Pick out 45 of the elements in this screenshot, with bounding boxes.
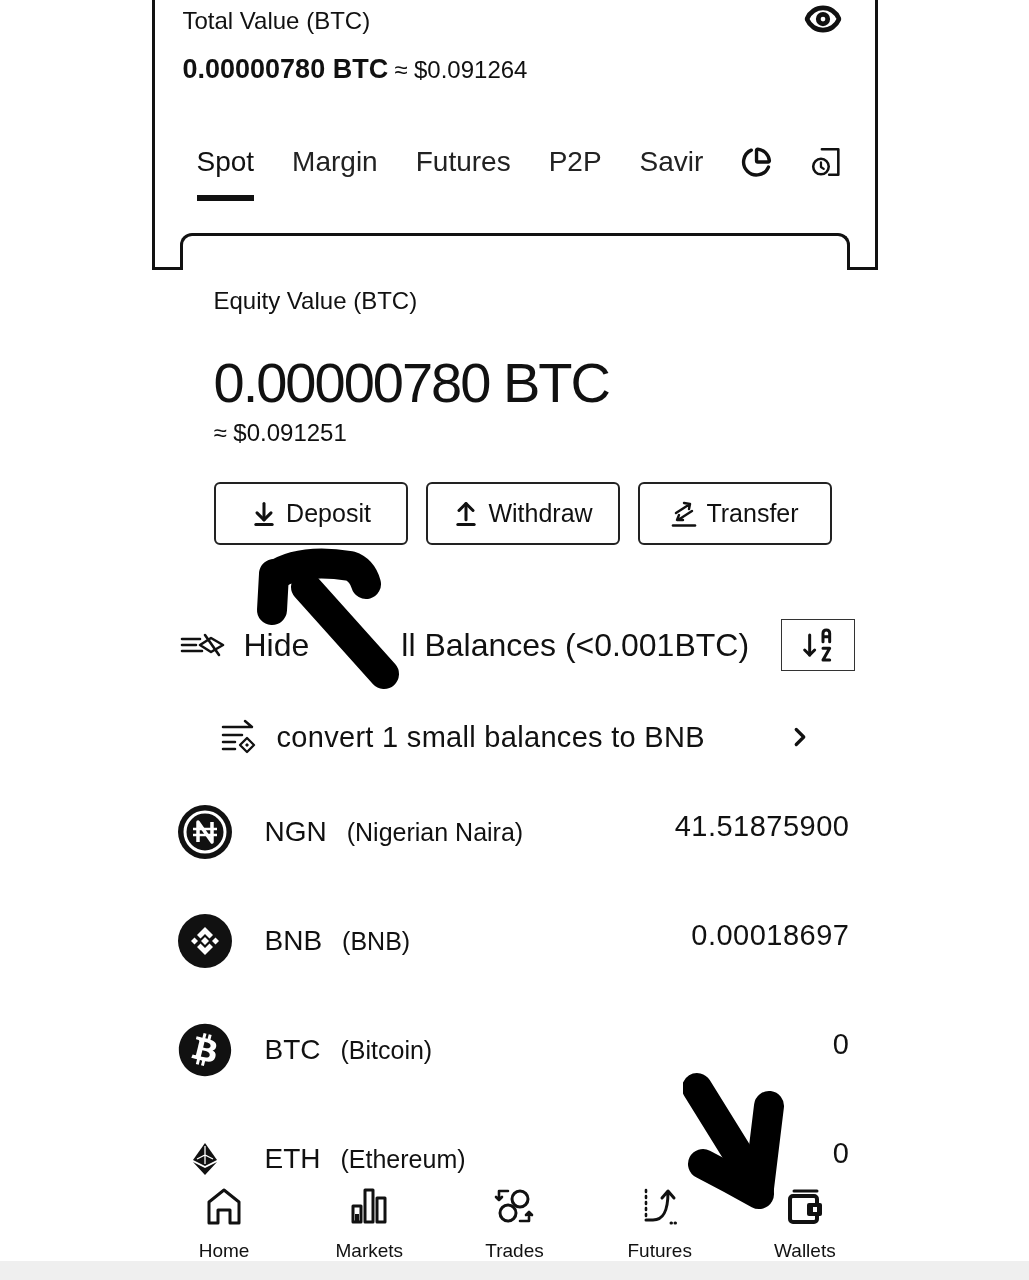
asset-name: (Nigerian Naira) (346, 817, 524, 847)
pie-chart-icon[interactable] (741, 145, 773, 179)
wallet-tab[interactable]: Savir (639, 145, 704, 201)
total-value-label: Total Value (BTC) (182, 8, 371, 34)
wallet-tab[interactable]: Spot (196, 145, 255, 201)
asset-ticker: BTC (264, 1034, 321, 1066)
asset-name: (Ethereum) (340, 1144, 466, 1174)
bottom-nav-item[interactable]: Home (151, 1186, 297, 1261)
bottom-nav-item[interactable]: Trades (441, 1186, 588, 1261)
total-value-amount: 0.00000780 BTC (182, 53, 389, 86)
convert-balances-link[interactable]: convert 1 small balances to BNB (276, 720, 705, 754)
asset-balance: 0.00018697 (691, 918, 850, 952)
bitcoin-coin-icon (177, 1023, 232, 1077)
total-value-fiat: ≈ $0.091264 (394, 55, 528, 85)
wallet-tab[interactable]: Futures (415, 145, 511, 201)
asset-name: (BNB) (342, 926, 411, 956)
asset-ticker: BNB (264, 925, 323, 957)
asset-name: (Bitcoin) (340, 1035, 433, 1065)
withdraw-button[interactable]: Withdraw (425, 482, 620, 545)
wallet-tab[interactable]: P2P (548, 145, 602, 201)
clock-document-icon[interactable] (810, 145, 842, 179)
equity-value-label: Equity Value (BTC) (213, 288, 418, 314)
bar-chart-icon (349, 1186, 390, 1226)
bottom-nav-item[interactable]: Wallets (732, 1186, 878, 1261)
asset-ticker: NGN (264, 816, 327, 848)
asset-ticker: ETH (264, 1143, 321, 1175)
hide-small-balances-label: ll Balances (<0.001BTC) (401, 628, 750, 662)
equity-value-fiat: ≈ $0.091251 (213, 420, 347, 446)
wallet-tab[interactable]: Margin (292, 145, 378, 201)
deposit-button[interactable]: Deposit (213, 482, 408, 545)
hide-small-balances-label: Hide (243, 628, 310, 662)
hide-lines-icon (179, 632, 226, 658)
asset-balance: 0 (832, 1027, 850, 1061)
bottom-nav-item[interactable]: Futures (587, 1186, 733, 1261)
transfer-icon (670, 499, 699, 528)
ethereum-coin-icon (191, 1142, 218, 1176)
asset-balance: 41.51875900 (674, 809, 850, 843)
sort-button[interactable] (780, 619, 855, 671)
transfer-button[interactable]: Transfer (637, 482, 832, 545)
equity-value-amount: 0.00000780 BTC (213, 351, 609, 415)
asset-balance: 0 (832, 1136, 850, 1170)
bottom-nav-item[interactable]: Markets (296, 1186, 442, 1261)
convert-list-icon (219, 718, 258, 756)
bnb-coin-icon (177, 914, 232, 968)
naira-coin-icon (177, 805, 232, 859)
